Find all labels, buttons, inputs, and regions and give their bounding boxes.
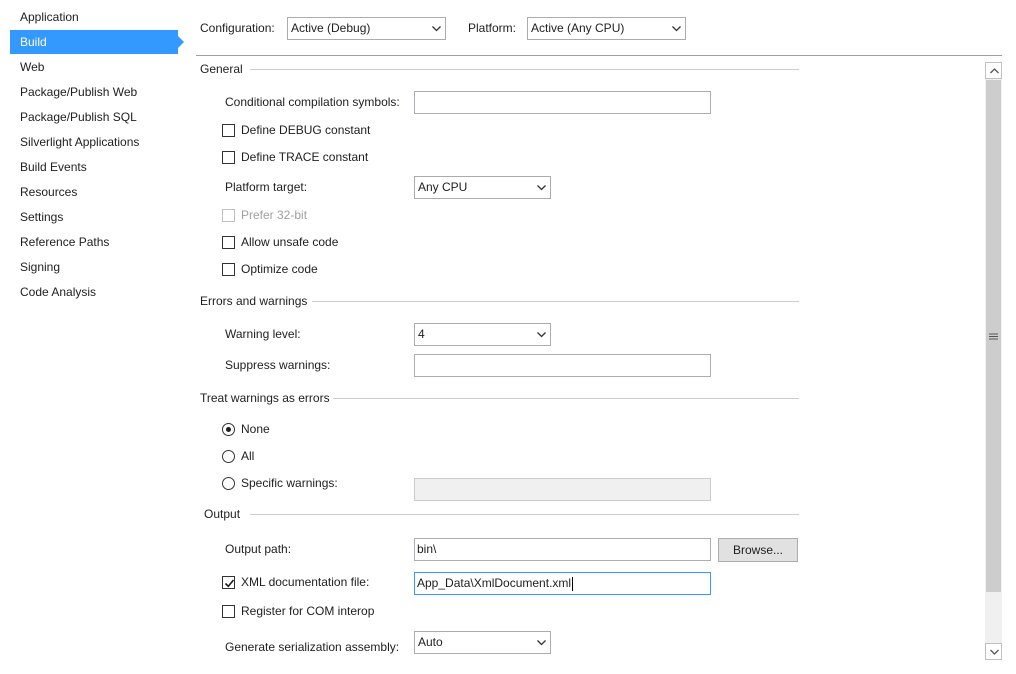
xml-documentation-label: XML documentation file: (241, 575, 370, 589)
sidebar-item-build[interactable]: Build (10, 30, 184, 54)
define-debug-label: Define DEBUG constant (241, 123, 371, 137)
treat-none-radio[interactable] (222, 423, 235, 436)
xml-documentation-checkbox[interactable] (222, 576, 235, 589)
sidebar-item-silverlight-applications[interactable]: Silverlight Applications (10, 130, 178, 154)
chevron-down-icon (671, 18, 681, 39)
allow-unsafe-label: Allow unsafe code (241, 235, 339, 249)
section-heading-general: General (200, 62, 243, 76)
prefer-32-bit-checkbox (222, 209, 235, 222)
prefer-32-bit-label: Prefer 32-bit (241, 208, 308, 222)
scrollbar-thumb[interactable] (986, 80, 1001, 592)
section-heading-errors: Errors and warnings (200, 294, 308, 308)
configuration-label: Configuration: (200, 21, 275, 35)
specific-warnings-input (414, 478, 711, 501)
suppress-warnings-input[interactable] (414, 354, 711, 377)
sidebar: Application Build Web Package/Publish We… (0, 0, 190, 674)
chevron-down-icon (431, 18, 441, 39)
define-trace-label: Define TRACE constant (241, 150, 369, 164)
allow-unsafe-checkbox[interactable] (222, 236, 235, 249)
output-path-input[interactable]: bin\ (414, 538, 711, 561)
define-debug-checkbox[interactable] (222, 124, 235, 137)
treat-specific-radio[interactable] (222, 477, 235, 490)
platform-dropdown[interactable]: Active (Any CPU) (527, 17, 686, 40)
optimize-code-label: Optimize code (241, 262, 318, 276)
sidebar-item-signing[interactable]: Signing (10, 255, 178, 279)
suppress-warnings-label: Suppress warnings: (225, 358, 331, 372)
conditional-symbols-label: Conditional compilation symbols: (225, 95, 400, 109)
warning-level-label: Warning level: (225, 327, 301, 341)
checkmark-icon (224, 579, 235, 588)
section-divider (250, 69, 799, 70)
define-trace-checkbox[interactable] (222, 151, 235, 164)
sidebar-item-reference-paths[interactable]: Reference Paths (10, 230, 178, 254)
serialization-assembly-label: Generate serialization assembly: (225, 640, 400, 654)
vertical-scrollbar[interactable] (985, 62, 1002, 660)
text-caret (572, 576, 574, 591)
top-divider (196, 55, 1002, 56)
sidebar-item-package-publish-sql[interactable]: Package/Publish SQL (10, 105, 178, 129)
register-com-checkbox[interactable] (222, 605, 235, 618)
configuration-dropdown[interactable]: Active (Debug) (287, 17, 446, 40)
section-heading-output: Output (204, 507, 241, 521)
serialization-assembly-value: Auto (418, 635, 443, 649)
section-divider (250, 514, 799, 515)
treat-all-label: All (241, 449, 255, 463)
configuration-value: Active (Debug) (291, 21, 371, 35)
radio-selected-dot (226, 427, 231, 432)
grip-icon (989, 333, 998, 340)
sidebar-item-resources[interactable]: Resources (10, 180, 178, 204)
conditional-symbols-input[interactable] (414, 91, 711, 114)
serialization-assembly-dropdown[interactable]: Auto (414, 631, 551, 654)
sidebar-item-application[interactable]: Application (10, 5, 178, 29)
sidebar-item-settings[interactable]: Settings (10, 205, 178, 229)
platform-target-value: Any CPU (418, 180, 468, 194)
chevron-up-icon (990, 68, 999, 74)
section-divider (333, 398, 799, 399)
xml-documentation-input[interactable]: App_Data\XmlDocument.xml (414, 572, 711, 595)
xml-documentation-value: App_Data\XmlDocument.xml (417, 576, 572, 590)
section-heading-treat-warnings: Treat warnings as errors (200, 391, 330, 405)
sidebar-item-code-analysis[interactable]: Code Analysis (10, 280, 178, 304)
warning-level-value: 4 (418, 327, 425, 341)
sidebar-item-package-publish-web[interactable]: Package/Publish Web (10, 80, 178, 104)
platform-target-dropdown[interactable]: Any CPU (414, 176, 551, 199)
platform-label: Platform: (468, 21, 517, 35)
platform-value: Active (Any CPU) (531, 21, 625, 35)
chevron-down-icon (990, 649, 999, 655)
chevron-down-icon (536, 632, 546, 653)
output-path-label: Output path: (225, 542, 292, 556)
register-com-label: Register for COM interop (241, 604, 375, 618)
sidebar-item-build-events[interactable]: Build Events (10, 155, 178, 179)
treat-none-label: None (241, 422, 270, 436)
browse-button[interactable]: Browse... (718, 538, 798, 562)
optimize-code-checkbox[interactable] (222, 263, 235, 276)
scroll-down-button[interactable] (985, 643, 1002, 660)
sidebar-item-web[interactable]: Web (10, 55, 178, 79)
platform-target-label: Platform target: (225, 180, 308, 194)
treat-specific-label: Specific warnings: (241, 476, 338, 490)
scroll-up-button[interactable] (985, 62, 1002, 79)
treat-all-radio[interactable] (222, 450, 235, 463)
section-divider (312, 301, 799, 302)
warning-level-dropdown[interactable]: 4 (414, 323, 551, 346)
chevron-down-icon (536, 177, 546, 198)
chevron-down-icon (536, 324, 546, 345)
